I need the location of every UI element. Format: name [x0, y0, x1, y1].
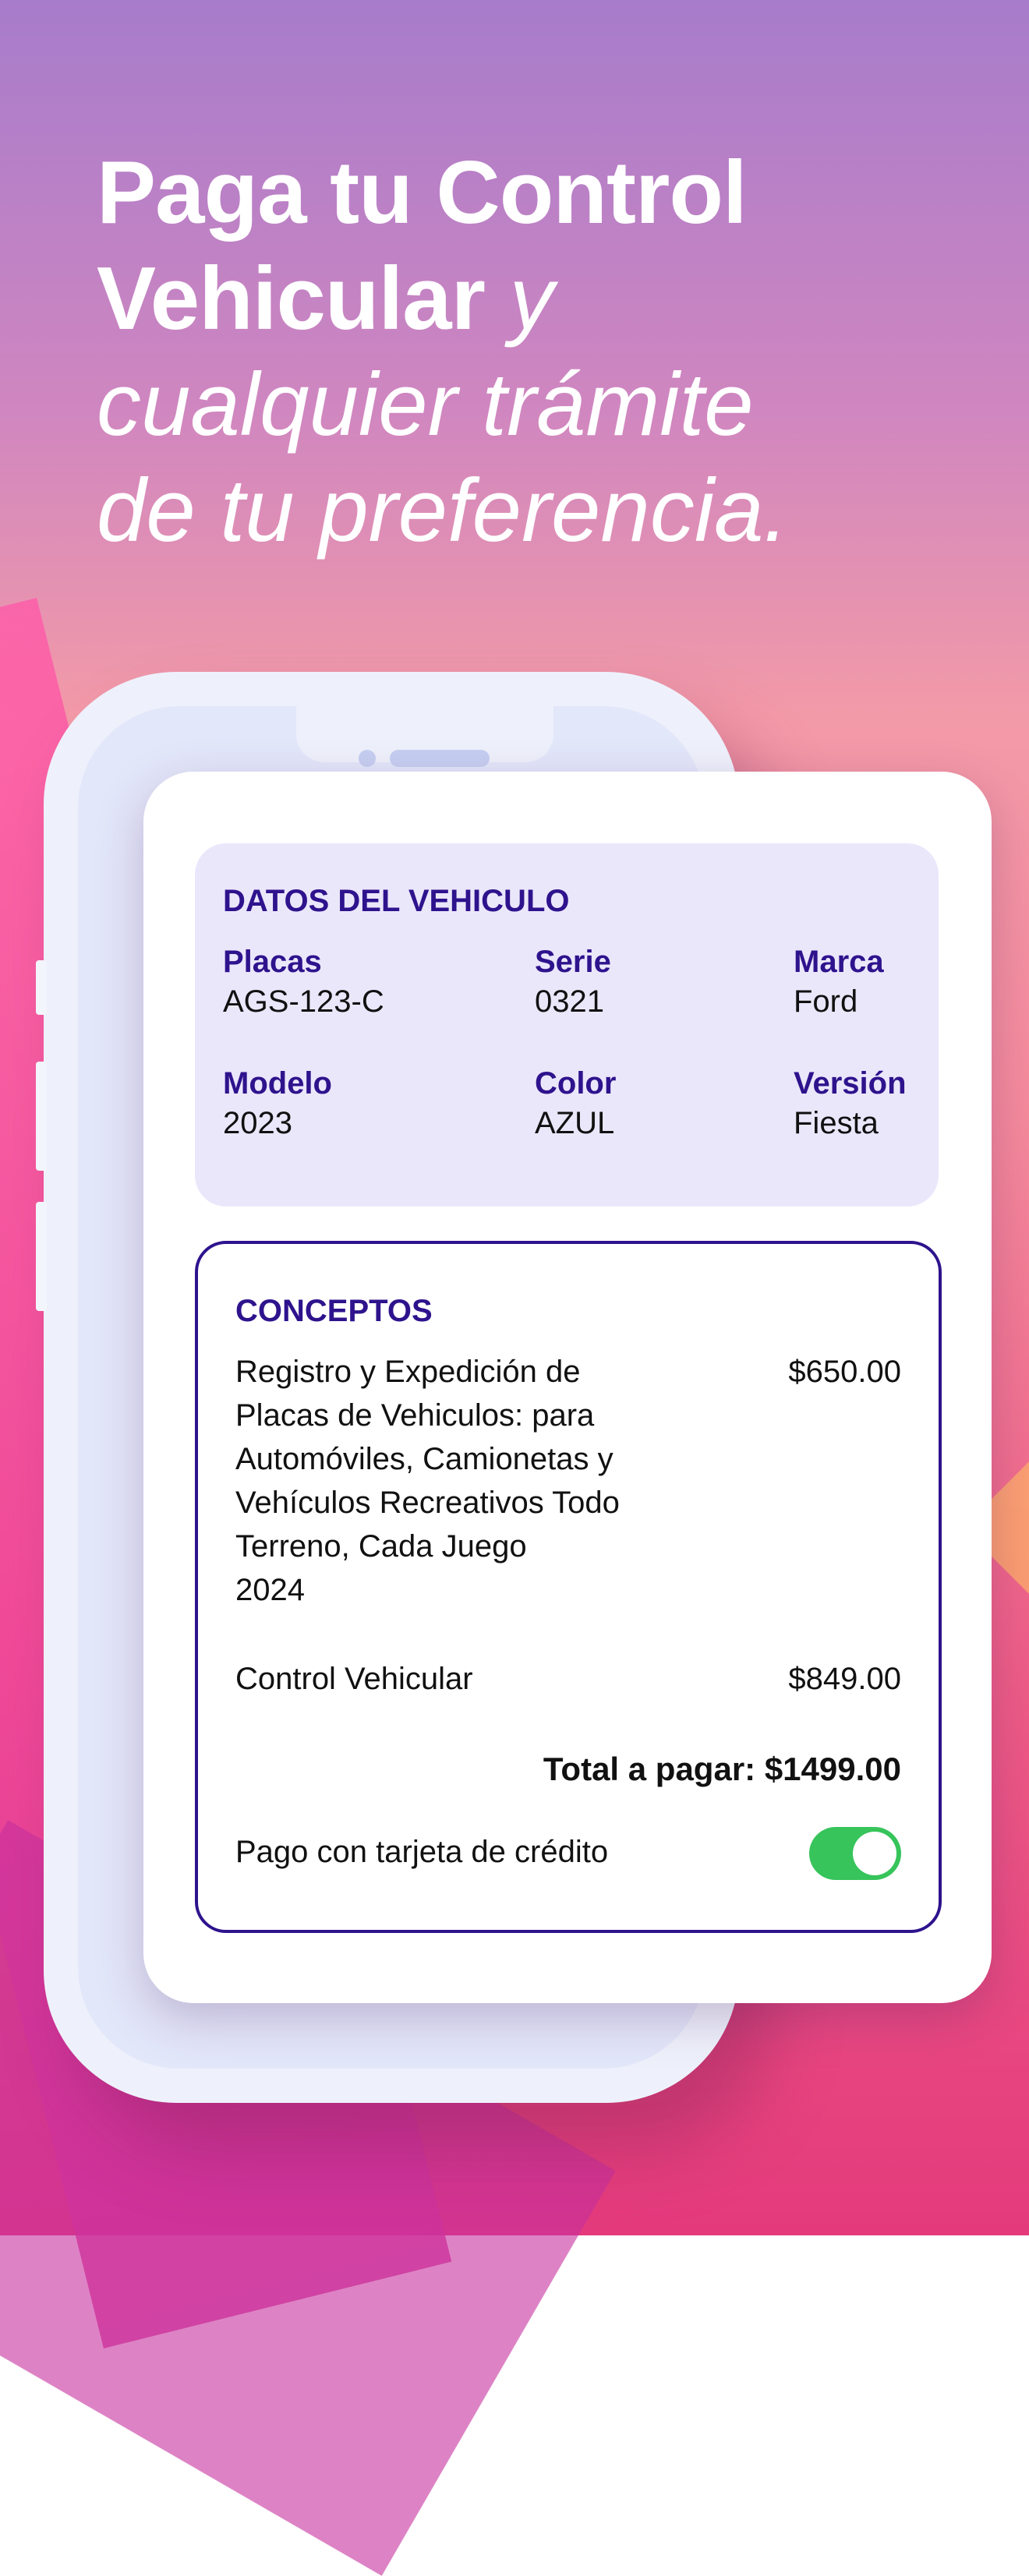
- field-placas: Placas AGS-123-C: [223, 943, 384, 1023]
- phone-side-button: [36, 1202, 47, 1311]
- field-label: Marca: [794, 945, 884, 979]
- field-label: Modelo: [223, 1066, 332, 1101]
- total-amount: Total a pagar: $1499.00: [543, 1751, 901, 1787]
- concept-line: Registro y Expedición de: [235, 1355, 581, 1389]
- field-serie: Serie 0321: [535, 943, 611, 1023]
- concept-line: Control Vehicular: [235, 1662, 473, 1696]
- credit-card-toggle[interactable]: [809, 1827, 901, 1880]
- field-value: Ford: [794, 984, 858, 1019]
- field-label: Versión: [794, 1066, 907, 1101]
- field-version: Versión Fiesta: [794, 1065, 907, 1144]
- field-marca: Marca Ford: [794, 943, 884, 1023]
- concept-amount: $849.00: [788, 1662, 901, 1696]
- toggle-knob: [853, 1832, 896, 1875]
- phone-side-button: [36, 960, 47, 1015]
- headline-line-1: Paga tu Control: [97, 143, 748, 242]
- field-label: Color: [535, 1066, 617, 1101]
- concepts-panel: CONCEPTOS Registro y Expedición de Placa…: [195, 1241, 942, 1933]
- field-value: 2023: [223, 1106, 292, 1140]
- credit-card-payment-label: Pago con tarjeta de crédito: [235, 1835, 609, 1869]
- vehicle-section-title: DATOS DEL VEHICULO: [223, 884, 570, 918]
- headline-line-2-bold: Vehicular: [97, 249, 486, 348]
- field-label: Placas: [223, 945, 322, 979]
- headline-line-4: de tu preferencia.: [97, 461, 789, 560]
- concept-line: Vehículos Recreativos Todo: [235, 1486, 620, 1520]
- camera-icon: [359, 750, 376, 767]
- field-color: Color AZUL: [535, 1065, 616, 1144]
- headline-line-2-rest: y: [484, 249, 554, 348]
- concept-line: Terreno, Cada Juego: [235, 1529, 527, 1564]
- phone-side-button: [36, 1062, 47, 1171]
- concept-line: Automóviles, Camionetas y: [235, 1442, 614, 1476]
- payment-card: DATOS DEL VEHICULO Placas AGS-123-C Seri…: [143, 772, 992, 2003]
- concept-line: Placas de Vehiculos: para: [235, 1398, 595, 1433]
- headline-line-2: Vehicular y: [97, 246, 954, 352]
- field-value: 0321: [535, 984, 604, 1019]
- headline: Paga tu Control Vehicular y cualquier tr…: [97, 140, 954, 564]
- field-value: AGS-123-C: [223, 984, 384, 1019]
- concept-amount: $650.00: [788, 1355, 901, 1389]
- headline-line-3: cualquier trámite: [97, 355, 754, 454]
- field-modelo: Modelo 2023: [223, 1065, 332, 1144]
- concept-line: 2024: [235, 1573, 305, 1607]
- field-label: Serie: [535, 945, 611, 979]
- concept-description: Control Vehicular: [235, 1657, 641, 1701]
- speaker-icon: [390, 750, 490, 767]
- vehicle-data-panel: DATOS DEL VEHICULO Placas AGS-123-C Seri…: [195, 843, 939, 1207]
- concepts-section-title: CONCEPTOS: [235, 1294, 433, 1328]
- concept-description: Registro y Expedición de Placas de Vehic…: [235, 1350, 641, 1612]
- field-value: AZUL: [535, 1106, 615, 1140]
- field-value: Fiesta: [794, 1106, 879, 1140]
